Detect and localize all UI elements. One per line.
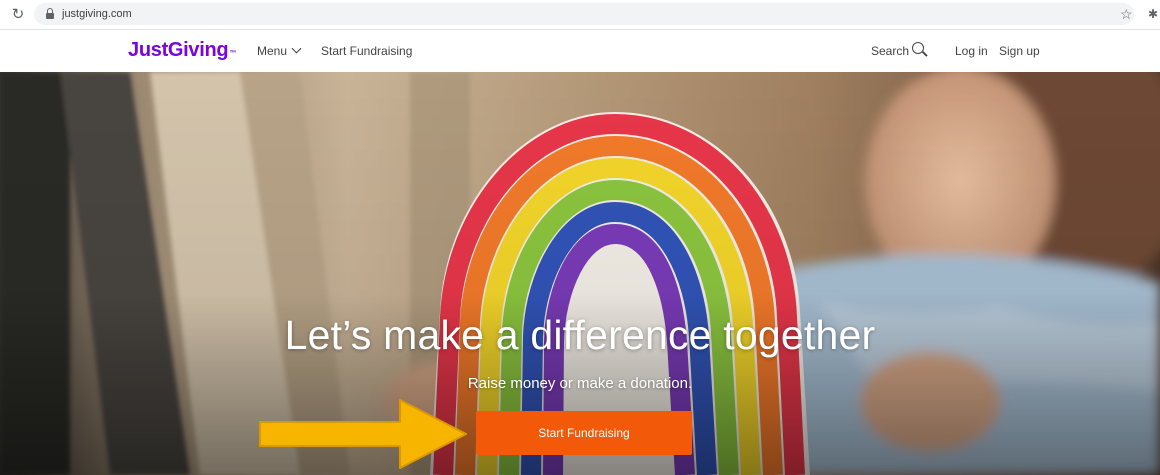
puzzle-icon[interactable]: ✱ — [1148, 5, 1158, 23]
lock-icon[interactable] — [46, 8, 54, 19]
start-fundraising-button[interactable]: Start Fundraising — [476, 411, 692, 455]
hero-banner: Let’s make a difference together Raise m… — [0, 72, 1160, 475]
login-link[interactable]: Log in — [955, 43, 988, 59]
reload-icon[interactable]: ↻ — [8, 5, 28, 25]
annotation-arrow-icon — [259, 399, 467, 469]
star-icon[interactable]: ☆ — [1120, 5, 1133, 23]
nav-start-fundraising-link[interactable]: Start Fundraising — [321, 43, 412, 59]
menu-label: Menu — [257, 44, 288, 58]
site-header: JustGiving™ Menu Start Fundraising Searc… — [0, 30, 1160, 72]
menu-button[interactable]: Menu — [257, 43, 302, 59]
search-icon[interactable] — [912, 42, 928, 58]
address-bar[interactable] — [34, 3, 1134, 25]
address-url[interactable]: justgiving.com — [62, 7, 132, 21]
hero-subtitle: Raise money or make a donation. — [467, 375, 693, 392]
hero-title: Let’s make a difference together — [284, 312, 876, 358]
browser-toolbar: ↻ justgiving.com ☆ ✱ — [0, 0, 1160, 30]
search-link[interactable]: Search — [871, 43, 909, 59]
chevron-down-icon — [291, 43, 302, 54]
justgiving-logo[interactable]: JustGiving™ — [128, 38, 236, 62]
signup-link[interactable]: Sign up — [999, 43, 1040, 59]
